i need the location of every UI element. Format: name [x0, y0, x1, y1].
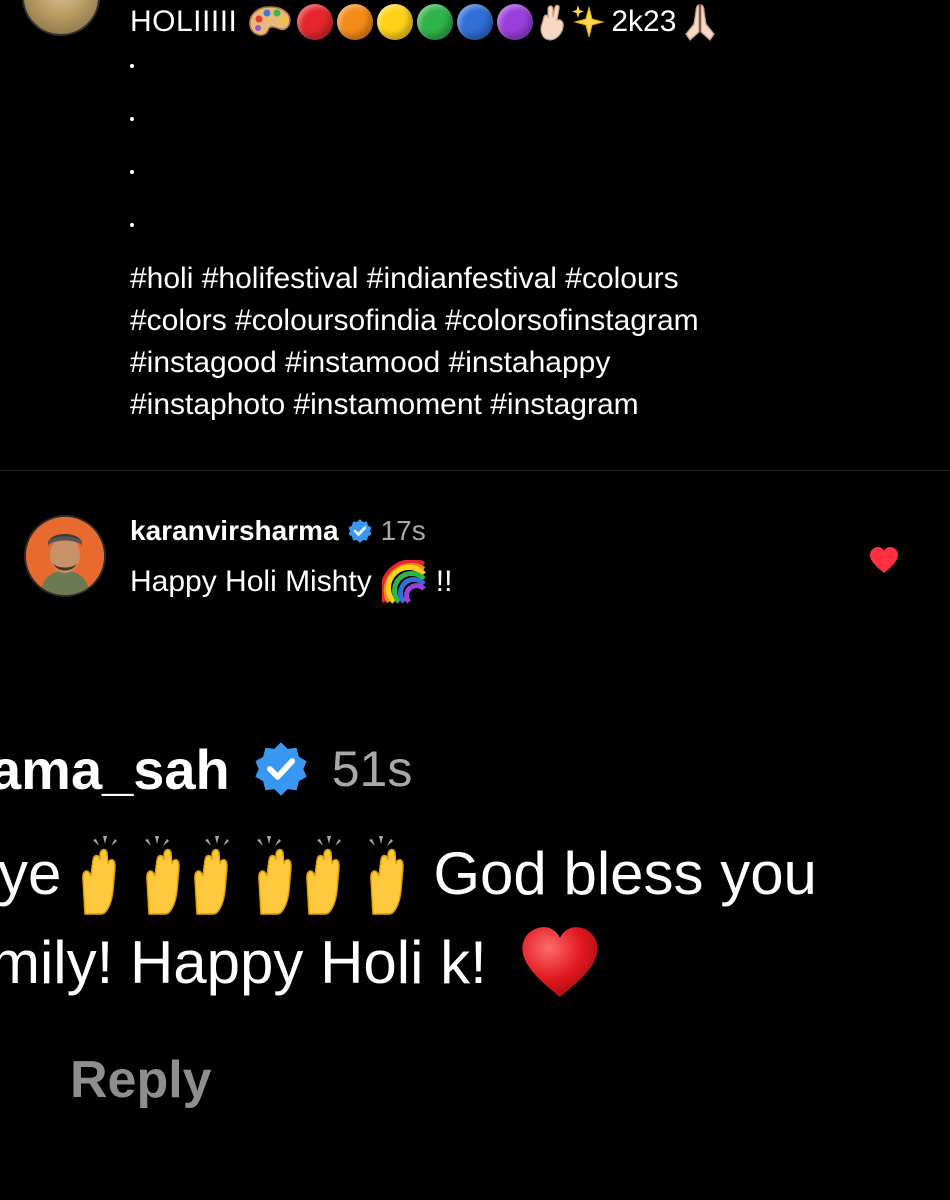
comment-like-heart-icon[interactable]: [868, 546, 900, 579]
caption-dot: [130, 223, 134, 227]
caption-spacer-dots: [130, 64, 134, 276]
zoomed-comment-timestamp: 51s: [331, 741, 413, 797]
post-author-avatar[interactable]: [22, 0, 100, 36]
comment-username[interactable]: karanvirsharma: [130, 515, 339, 547]
red-heart-icon: [517, 924, 603, 1000]
zoomed-comment-username[interactable]: ama_sah: [0, 737, 230, 802]
commenter-avatar[interactable]: [24, 515, 106, 597]
hashtag-line[interactable]: #colors #coloursofindia #colorsofinstagr…: [130, 300, 910, 342]
folded-hands-icon: [680, 2, 720, 42]
reply-button[interactable]: Reply: [70, 1050, 212, 1110]
hashtag-line[interactable]: #instaphoto #instamoment #instagram: [130, 384, 910, 426]
comment-text-suffix: !!: [435, 565, 453, 598]
section-divider: [0, 470, 950, 471]
red-circle-icon: [297, 4, 334, 40]
zoomed-comment-header: ama_sah 51s: [0, 736, 412, 802]
hashtag-line[interactable]: #holi #holifestival #indianfestival #col…: [130, 258, 910, 300]
hashtag-line[interactable]: #instagood #instamood #instahappy: [130, 342, 910, 384]
sparkles-icon: [571, 3, 606, 41]
green-circle-icon: [417, 4, 454, 40]
zoomed-comment-text-end: God bless you: [433, 839, 817, 907]
crossed-fingers-icon: [537, 3, 567, 41]
zoomed-comment-line: mily! Happy Holi k!: [0, 922, 603, 1002]
caption-dot: [130, 117, 134, 121]
zoomed-comment-text-start: ye: [0, 839, 62, 907]
blue-circle-icon: [457, 4, 494, 40]
caption-dot: [130, 170, 134, 174]
raised-hands-icon: [191, 830, 299, 916]
caption-year: 2k23: [611, 5, 677, 38]
verified-badge-icon: [252, 740, 310, 798]
zoomed-comment-text-line2: mily! Happy Holi k!: [0, 928, 487, 996]
comment-body: Happy Holi Mishty !!: [130, 560, 452, 604]
comment-text: Happy Holi Mishty: [130, 565, 372, 598]
raised-hands-icon: [303, 830, 411, 916]
caption-first-line: HOLIIIII 2k23: [130, 0, 720, 44]
caption-title: HOLIIIII: [130, 5, 238, 38]
purple-circle-icon: [497, 4, 534, 40]
comment-header: karanvirsharma 17s: [130, 512, 426, 550]
rainbow-icon: [381, 560, 426, 604]
zoomed-comment-line: ye God bless you: [0, 828, 817, 918]
yellow-circle-icon: [377, 4, 414, 40]
caption-hashtags: #holi #holifestival #indianfestival #col…: [130, 258, 910, 426]
artist-palette-icon: [247, 5, 293, 39]
verified-badge-icon: [347, 518, 373, 544]
caption-dot: [130, 64, 134, 68]
comment-timestamp: 17s: [380, 515, 426, 546]
raised-hands-icon: [79, 830, 187, 916]
orange-circle-icon: [337, 4, 374, 40]
